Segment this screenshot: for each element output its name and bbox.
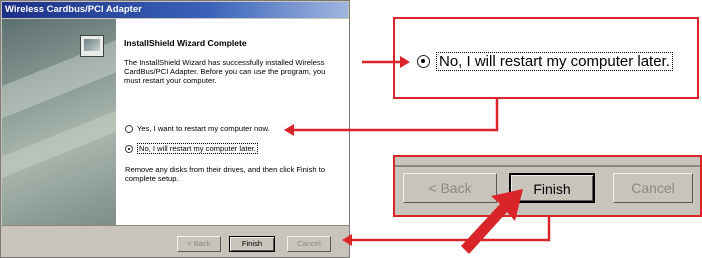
wizard-message: The InstallShield Wizard has successfull… bbox=[124, 58, 326, 85]
zoom-restart-later-option[interactable]: No, I will restart my computer later. bbox=[417, 52, 673, 71]
restart-now-option[interactable]: Yes, I want to restart my computer now. bbox=[125, 124, 270, 133]
zoom-buttons-callout: < Back Finish Cancel bbox=[393, 155, 702, 217]
wizard-heading: InstallShield Wizard Complete bbox=[124, 38, 247, 48]
button-row: < Back Finish Cancel bbox=[1, 227, 351, 257]
zoom-back-button[interactable]: < Back bbox=[403, 173, 497, 203]
back-button[interactable]: < Back bbox=[177, 236, 221, 252]
restart-later-label: No, I will restart my computer later. bbox=[137, 143, 258, 154]
cancel-button[interactable]: Cancel bbox=[287, 236, 331, 252]
connector-arrow-icon bbox=[342, 217, 551, 246]
wizard-content: InstallShield Wizard Complete The Instal… bbox=[116, 19, 349, 225]
window-title: Wireless Cardbus/PCI Adapter bbox=[2, 2, 348, 18]
remove-disks-text: Remove any disks from their drives, and … bbox=[125, 165, 326, 183]
radio-selected-icon[interactable] bbox=[125, 144, 133, 153]
radio-icon[interactable] bbox=[125, 124, 133, 133]
radio-selected-icon[interactable] bbox=[417, 55, 430, 68]
divider bbox=[2, 225, 349, 226]
wizard-side-banner bbox=[2, 19, 116, 225]
zoom-finish-button[interactable]: Finish bbox=[509, 173, 595, 203]
finish-button[interactable]: Finish bbox=[229, 236, 275, 252]
zoom-option-callout: No, I will restart my computer later. bbox=[393, 17, 699, 99]
installshield-dialog: Wireless Cardbus/PCI Adapter InstallShie… bbox=[0, 0, 350, 258]
restart-now-label: Yes, I want to restart my computer now. bbox=[137, 124, 270, 133]
zoom-cancel-button[interactable]: Cancel bbox=[613, 173, 693, 203]
zoom-restart-later-label: No, I will restart my computer later. bbox=[436, 52, 673, 71]
restart-later-option[interactable]: No, I will restart my computer later. bbox=[125, 143, 258, 154]
divider bbox=[395, 165, 700, 167]
computer-icon bbox=[80, 35, 104, 57]
